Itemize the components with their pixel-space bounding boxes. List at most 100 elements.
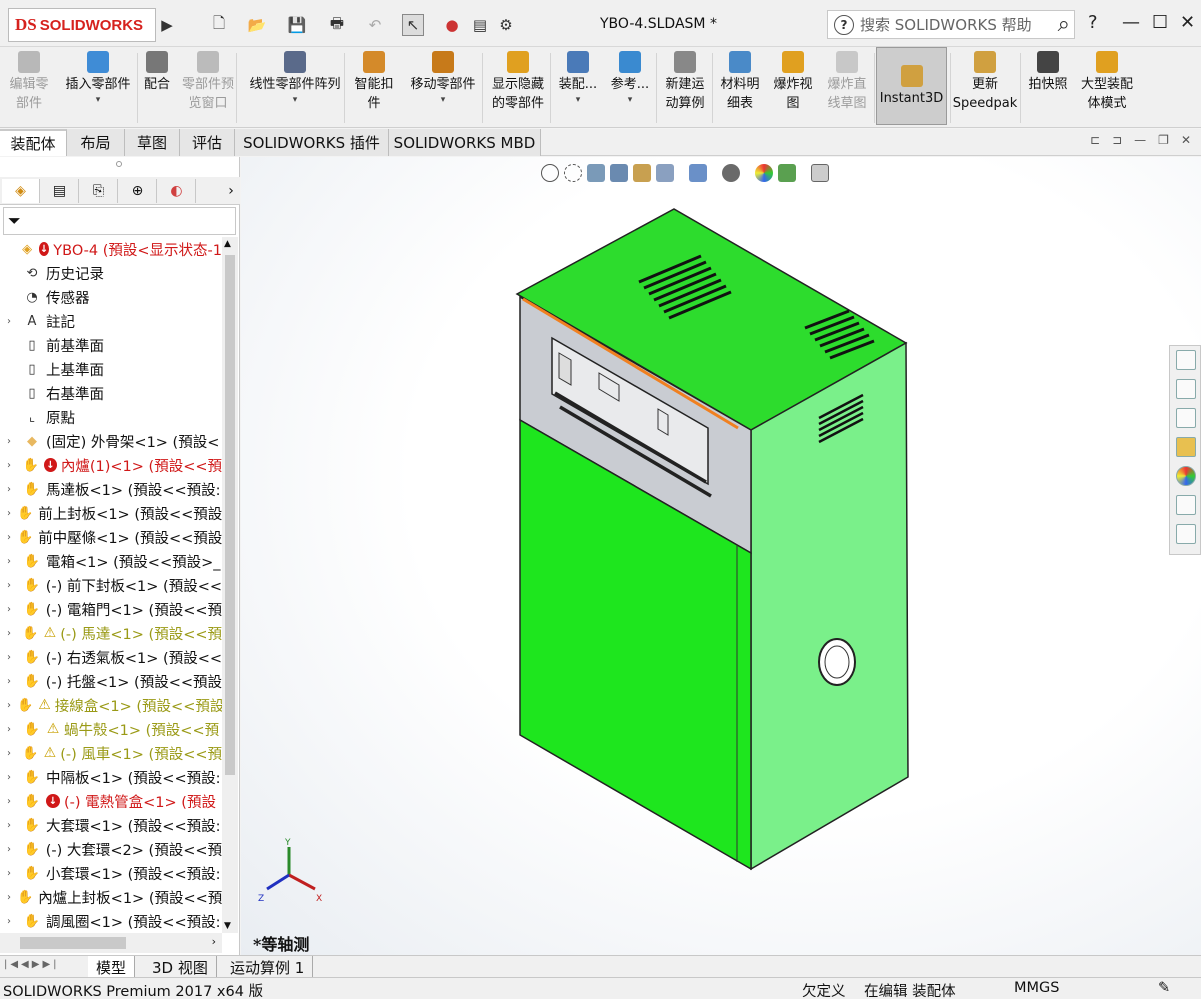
command-button-4[interactable]: 线性零部件阵列 ▾	[244, 51, 346, 125]
command-button-3[interactable]: 零部件预 览窗口	[176, 51, 240, 125]
dropdown-arrow-icon[interactable]: ▾	[628, 94, 633, 106]
tree-item[interactable]: › ✋ ↓ 內爐(1)<1> (預設<<預	[0, 453, 222, 477]
scroll-down-icon[interactable]: ▼	[224, 921, 231, 931]
search-icon[interactable]: ⌕	[1058, 12, 1070, 37]
command-button-9[interactable]: 参考... ▾	[607, 51, 653, 125]
viewport-close-icon[interactable]: ✕	[1181, 133, 1191, 147]
tab-scroll-arrows-icon[interactable]: |◀◀▶▶|	[4, 959, 60, 970]
tree-item[interactable]: ◔ 传感器	[0, 285, 222, 309]
viewport-minimize-icon[interactable]: —	[1134, 133, 1146, 147]
configuration-manager-tab-icon[interactable]: ⎘	[80, 179, 118, 203]
command-button-8[interactable]: 装配... ▾	[555, 51, 601, 125]
assembly-model[interactable]: Y X Z	[241, 157, 1201, 955]
expand-arrow-icon[interactable]: ›	[7, 700, 11, 711]
help-menu-button[interactable]: ?	[1088, 12, 1098, 33]
tree-item[interactable]: ⟲ 历史记录	[0, 261, 222, 285]
minimize-icon[interactable]: —	[1122, 12, 1140, 33]
property-manager-tab-icon[interactable]: ▤	[41, 179, 79, 203]
tree-item[interactable]: › ✋ 前上封板<1> (預設<<預設	[0, 501, 222, 525]
tree-item[interactable]: › ✋ 小套環<1> (預設<<預設:	[0, 861, 222, 885]
expand-arrow-icon[interactable]: ›	[7, 796, 17, 807]
expand-arrow-icon[interactable]: ›	[7, 844, 17, 855]
tree-item[interactable]: ⌞ 原點	[0, 405, 222, 429]
file-explorer-icon[interactable]	[1176, 408, 1196, 428]
expand-arrow-icon[interactable]: ›	[7, 436, 17, 447]
feature-manager-tab-icon[interactable]: ◈	[2, 179, 40, 203]
expand-arrow-icon[interactable]: ›	[7, 772, 17, 783]
tree-item[interactable]: › ◆ (固定) 外骨架<1> (預設<	[0, 429, 222, 453]
tree-filter-input[interactable]: ⏷	[3, 207, 236, 235]
solidworks-logo[interactable]: DS SOLIDWORKS	[8, 8, 156, 42]
command-button-13[interactable]: 爆炸直 线草图	[822, 51, 872, 125]
tree-horizontal-scrollbar[interactable]: ›	[0, 933, 222, 953]
tree-item[interactable]: › ✋ 大套環<1> (預設<<預設:	[0, 813, 222, 837]
view-palette-icon[interactable]	[1176, 437, 1196, 457]
expand-arrow-icon[interactable]: ›	[7, 868, 17, 879]
viewport-next-icon[interactable]: ⊐	[1112, 133, 1122, 147]
expand-arrow-icon[interactable]: ›	[7, 532, 11, 543]
tree-item[interactable]: › ✋ 內爐上封板<1> (預設<<預	[0, 885, 222, 909]
bottom-tab-0[interactable]: 模型	[88, 956, 136, 978]
expand-arrow-icon[interactable]: ›	[7, 316, 17, 327]
rebuild-status-icon[interactable]: ✎	[1158, 980, 1170, 996]
command-tab-1[interactable]: 布局	[67, 129, 125, 156]
tree-item[interactable]: › ✋ (-) 托盤<1> (預設<<預設	[0, 669, 222, 693]
tree-scroll-thumb[interactable]	[225, 255, 235, 775]
command-tab-0[interactable]: 装配体	[0, 129, 67, 156]
tree-item[interactable]: ◈ ↓ YBO-4 (預設<显示状态-1	[0, 237, 222, 261]
rebuild-traffic-light-icon[interactable]: ●	[444, 14, 460, 36]
tree-item[interactable]: › ✋ ⚠ (-) 風車<1> (預設<<預	[0, 741, 222, 765]
bottom-tab-2[interactable]: 运动算例 1	[222, 956, 314, 978]
save-icon[interactable]: 💾	[286, 14, 308, 36]
file-properties-icon[interactable]: ▤	[470, 14, 490, 36]
expand-arrow-icon[interactable]: ›	[7, 508, 11, 519]
pane-grip-icon[interactable]	[116, 161, 122, 167]
cabinet-side-face[interactable]	[750, 341, 909, 871]
search-input[interactable]: 搜索 SOLIDWORKS 帮助	[860, 14, 1058, 35]
expand-arrow-icon[interactable]: ›	[7, 748, 16, 759]
tree-item[interactable]: › ✋ 中隔板<1> (預設<<預設:	[0, 765, 222, 789]
expand-arrow-icon[interactable]: ›	[7, 628, 16, 639]
tree-item[interactable]: › ✋ 前中壓條<1> (預設<<預設	[0, 525, 222, 549]
expand-arrow-icon[interactable]: ›	[7, 916, 17, 927]
tree-item[interactable]: › ✋ 電箱<1> (預設<<預設>_	[0, 549, 222, 573]
expand-arrow-icon[interactable]: ›	[7, 460, 16, 471]
menu-expand-arrow-icon[interactable]: ▶	[160, 14, 174, 36]
forum-icon[interactable]	[1176, 524, 1196, 544]
dropdown-arrow-icon[interactable]: ▾	[293, 94, 298, 106]
tree-item[interactable]: › ✋ 馬達板<1> (預設<<預設:	[0, 477, 222, 501]
display-manager-tab-icon[interactable]: ◐	[158, 179, 196, 203]
tree-item[interactable]: › ✋ (-) 大套環<2> (預設<<預	[0, 837, 222, 861]
tree-item[interactable]: › ✋ (-) 前下封板<1> (預設<<	[0, 573, 222, 597]
command-button-0[interactable]: 编辑零 部件	[2, 51, 56, 125]
expand-arrow-icon[interactable]: ›	[7, 676, 17, 687]
dimxpert-tab-icon[interactable]: ⊕	[119, 179, 157, 203]
tree-item[interactable]: ▯ 右基準面	[0, 381, 222, 405]
tree-item[interactable]: › ✋ (-) 右透氣板<1> (預設<<	[0, 645, 222, 669]
select-pointer-icon[interactable]: ↖	[402, 14, 424, 36]
tree-item[interactable]: › ✋ 調風圈<1> (預設<<預設:	[0, 909, 222, 933]
command-tab-5[interactable]: SOLIDWORKS MBD	[389, 129, 541, 156]
command-button-2[interactable]: 配合	[140, 51, 174, 125]
open-document-icon[interactable]: 📂	[246, 14, 268, 36]
tree-vertical-scrollbar[interactable]: ▲ ▼	[222, 237, 238, 933]
command-button-14[interactable]: Instant3D	[876, 47, 947, 125]
tree-item[interactable]: › ✋ ⚠ 接線盒<1> (預設<<預設	[0, 693, 222, 717]
command-tab-4[interactable]: SOLIDWORKS 插件	[235, 129, 389, 156]
dropdown-arrow-icon[interactable]: ▾	[441, 94, 446, 106]
print-icon[interactable]: 🖶	[326, 14, 348, 36]
scroll-up-icon[interactable]: ▲	[224, 239, 231, 249]
unit-system[interactable]: MMGS	[1014, 980, 1059, 996]
expand-arrow-icon[interactable]: ›	[7, 580, 17, 591]
command-button-16[interactable]: 拍快照	[1024, 51, 1072, 125]
command-button-5[interactable]: 智能扣件	[350, 51, 398, 125]
appearances-scenes-icon[interactable]	[1176, 466, 1196, 486]
expand-arrow-icon[interactable]: ›	[7, 724, 17, 735]
command-button-11[interactable]: 材料明 细表	[716, 51, 764, 125]
command-tab-2[interactable]: 草图	[125, 129, 180, 156]
expand-arrow-icon[interactable]: ›	[7, 556, 17, 567]
options-gear-icon[interactable]: ⚙	[496, 14, 516, 36]
command-button-7[interactable]: 显示隐藏 的零部件	[487, 51, 549, 125]
command-button-15[interactable]: 更新 Speedpak	[953, 51, 1017, 125]
maximize-icon[interactable]: ☐	[1152, 12, 1168, 33]
